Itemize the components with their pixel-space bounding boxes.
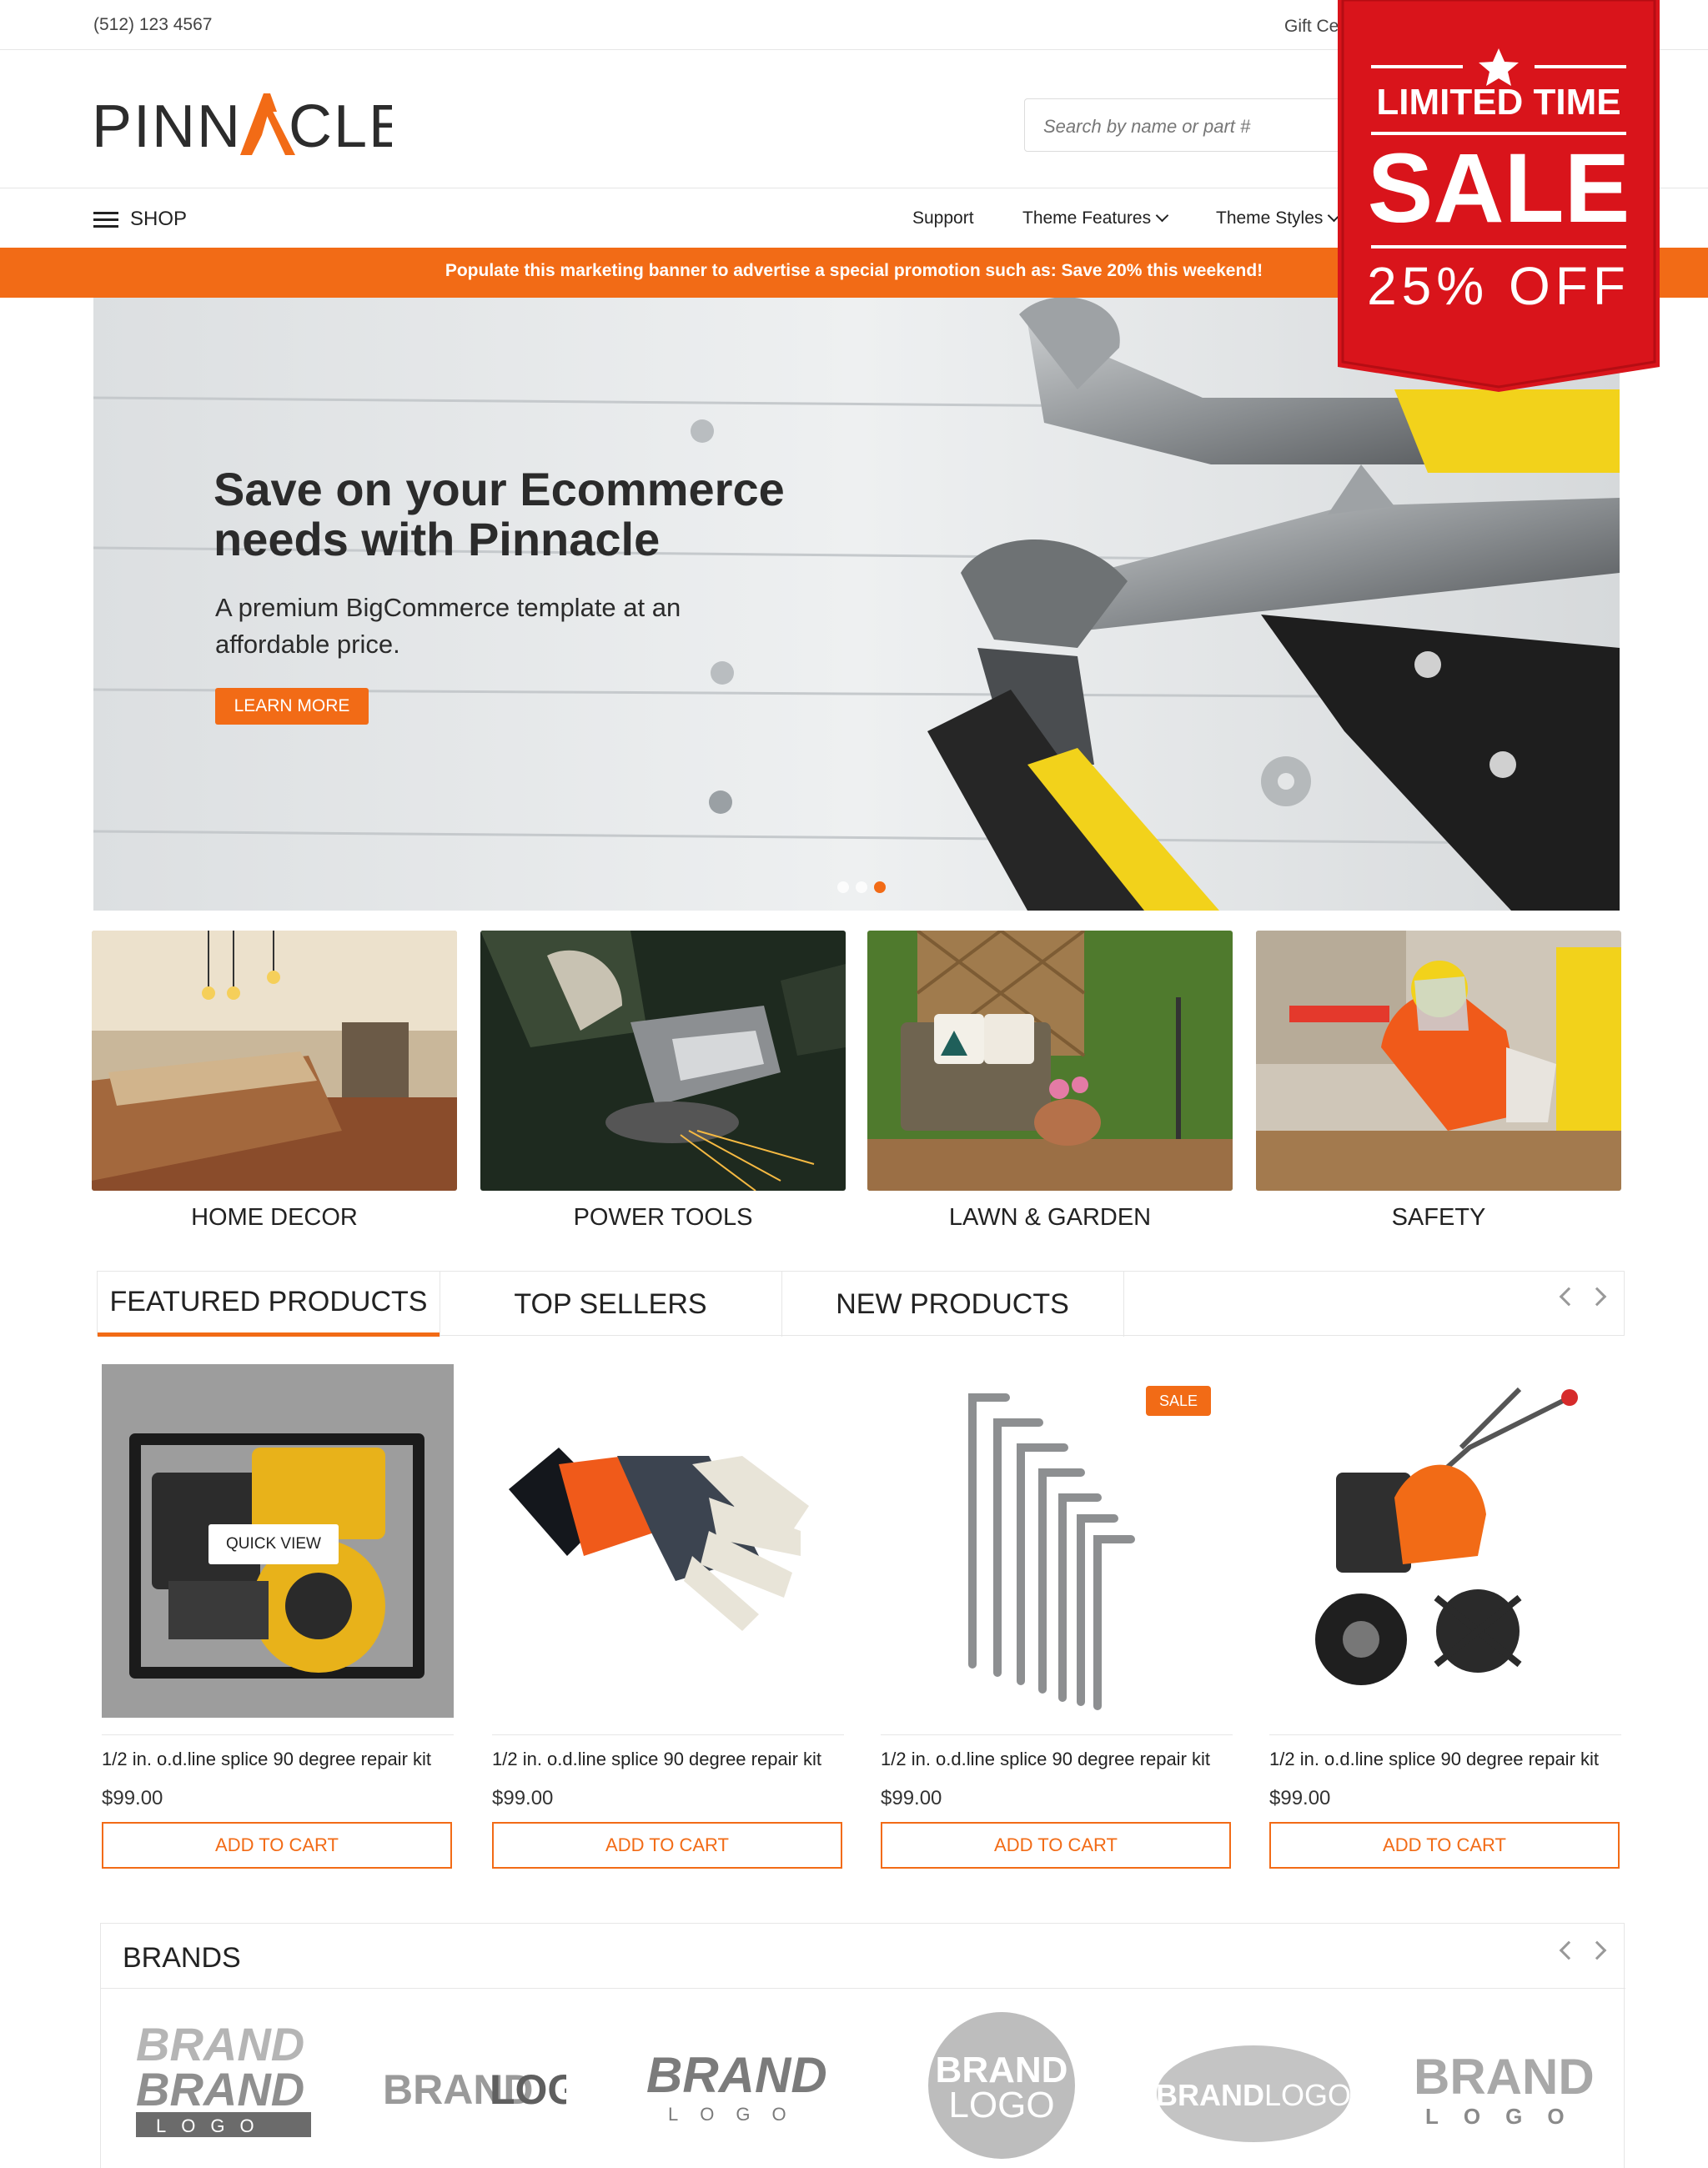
svg-text:LOGO: LOGO (668, 2104, 808, 2125)
svg-text:LOGO: LOGO (948, 2085, 1054, 2125)
generator-image[interactable]: QUICK VIEW (102, 1364, 454, 1718)
hamburger-icon (93, 210, 118, 228)
category-label: LAWN & GARDEN (948, 1204, 1152, 1231)
sale-badge: SALE (1146, 1386, 1211, 1416)
brands-header: BRANDS (101, 1924, 1625, 1989)
tab-featured-products[interactable]: FEATURED PRODUCTS (98, 1272, 440, 1337)
product-price: $99.00 (881, 1787, 942, 1809)
brand-logo-5[interactable]: BRANDLOGO (1153, 2010, 1354, 2160)
category-power-tools[interactable]: POWER TOOLS (480, 931, 846, 1232)
brands-section: BRANDS BRAND BRAND LOGO BRAND LOGO BRAND… (100, 1923, 1625, 2168)
product-price: $99.00 (492, 1787, 554, 1809)
svg-text:BRAND: BRAND (646, 2047, 827, 2103)
brands-title: BRANDS (123, 1942, 241, 1974)
card-divider (492, 1734, 844, 1735)
search-placeholder: Search by name or part # (1043, 116, 1251, 137)
slider-dot-1[interactable] (837, 881, 849, 893)
tab-top-sellers[interactable]: TOP SELLERS (440, 1272, 781, 1337)
add-to-cart-button[interactable]: ADD TO CART (492, 1822, 842, 1869)
slider-dot-2[interactable] (856, 881, 867, 893)
product-price: $99.00 (1269, 1787, 1331, 1809)
brand-logo-6[interactable]: BRAND LOGO (1407, 2010, 1599, 2160)
product-name[interactable]: 1/2 in. o.d.line splice 90 degree repair… (102, 1749, 454, 1770)
chevron-right-icon[interactable] (1587, 1287, 1607, 1307)
lawn-garden-image (867, 931, 1233, 1191)
svg-text:LOGO: LOGO (490, 2066, 566, 2113)
brand-logo-2[interactable]: BRAND LOGO (383, 2010, 566, 2160)
product-card[interactable]: SALE 1/2 in. o.d.line splice 90 degree r… (881, 1364, 1233, 1869)
nav-theme-styles[interactable]: Theme Styles (1216, 208, 1341, 228)
brand-logo-4[interactable]: BRAND LOGO (918, 2010, 1085, 2160)
limited-time-sale-ribbon[interactable]: LIMITED TIME SALE 25% OFF (1338, 0, 1660, 392)
nav-theme-features-label: Theme Features (1022, 208, 1152, 228)
category-label: POWER TOOLS (573, 1204, 753, 1231)
svg-text:LOGO: LOGO (156, 2115, 269, 2136)
hero-title: Save on your Ecommerce needs with Pinnac… (214, 463, 785, 565)
learn-more-button[interactable]: LEARN MORE (215, 688, 369, 725)
svg-text:BRAND: BRAND (1414, 2049, 1595, 2105)
category-lawn-garden[interactable]: LAWN & GARDEN (867, 931, 1233, 1232)
category-label: HOME DECOR (191, 1204, 358, 1231)
brands-carousel-arrows (1559, 1940, 1607, 1960)
nav-support-label: Support (912, 208, 974, 228)
home-decor-image (92, 931, 457, 1191)
brand-logo-1[interactable]: BRAND BRAND LOGO (131, 2010, 323, 2160)
svg-text:BRAND: BRAND (136, 2063, 304, 2115)
svg-text:CLE: CLE (289, 93, 392, 160)
card-divider (881, 1734, 1233, 1735)
chevron-left-icon[interactable] (1559, 1940, 1579, 1960)
product-tabs: FEATURED PRODUCTS TOP SELLERS NEW PRODUC… (97, 1271, 1625, 1337)
product-name[interactable]: 1/2 in. o.d.line splice 90 degree repair… (1269, 1749, 1621, 1770)
add-to-cart-button[interactable]: ADD TO CART (881, 1822, 1231, 1869)
hex-key-set-image[interactable]: SALE (881, 1364, 1233, 1718)
nav-theme-styles-label: Theme Styles (1216, 208, 1324, 228)
hero-subtitle: A premium BigCommerce template at an aff… (215, 593, 681, 659)
ribbon-line-3: 25% OFF (1367, 256, 1630, 316)
product-carousel-arrows (1559, 1287, 1607, 1307)
add-to-cart-button[interactable]: ADD TO CART (1269, 1822, 1620, 1869)
product-name[interactable]: 1/2 in. o.d.line splice 90 degree repair… (881, 1749, 1233, 1770)
quick-view-button[interactable]: QUICK VIEW (208, 1524, 339, 1564)
shop-label: SHOP (130, 208, 188, 230)
nav-support[interactable]: Support (912, 208, 974, 228)
ribbon-line-1: LIMITED TIME (1376, 82, 1621, 123)
shop-menu-button[interactable]: SHOP (93, 207, 187, 232)
product-name[interactable]: 1/2 in. o.d.line splice 90 degree repair… (492, 1749, 844, 1770)
svg-text:PINN: PINN (92, 93, 242, 160)
nav-theme-features[interactable]: Theme Features (1022, 208, 1169, 228)
safety-image (1256, 931, 1621, 1191)
card-divider (102, 1734, 454, 1735)
chevron-left-icon[interactable] (1559, 1287, 1579, 1307)
category-home-decor[interactable]: HOME DECOR (92, 931, 457, 1232)
gift-certificates-link[interactable]: Gift Ce (1284, 17, 1339, 37)
svg-text:LOGO: LOGO (1425, 2104, 1590, 2129)
work-gloves-image[interactable] (492, 1364, 844, 1718)
product-card[interactable]: QUICK VIEW 1/2 in. o.d.line splice 90 de… (102, 1364, 454, 1869)
add-to-cart-button[interactable]: ADD TO CART (102, 1822, 452, 1869)
tiller-image[interactable] (1269, 1364, 1621, 1718)
pinnacle-logo[interactable]: PINN CLE (92, 87, 392, 162)
slider-dots (837, 881, 886, 893)
phone-number[interactable]: (512) 123 4567 (93, 15, 212, 35)
product-card[interactable]: 1/2 in. o.d.line splice 90 degree repair… (1269, 1364, 1621, 1869)
category-label: SAFETY (1391, 1204, 1486, 1231)
ribbon-line-2: SALE (1367, 133, 1630, 243)
tab-new-products[interactable]: NEW PRODUCTS (781, 1272, 1123, 1337)
category-safety[interactable]: SAFETY (1256, 931, 1621, 1232)
slider-dot-3[interactable] (874, 881, 886, 893)
card-divider (1269, 1734, 1621, 1735)
tab-divider (1123, 1272, 1124, 1337)
product-card[interactable]: 1/2 in. o.d.line splice 90 degree repair… (492, 1364, 844, 1869)
chevron-right-icon[interactable] (1587, 1940, 1607, 1960)
chevron-down-icon (1155, 208, 1169, 223)
svg-text:BRANDLOGO: BRANDLOGO (1156, 2078, 1351, 2112)
power-tools-image (480, 931, 846, 1191)
brand-logo-3[interactable]: BRAND LOGO (641, 2010, 833, 2160)
product-price: $99.00 (102, 1787, 163, 1809)
